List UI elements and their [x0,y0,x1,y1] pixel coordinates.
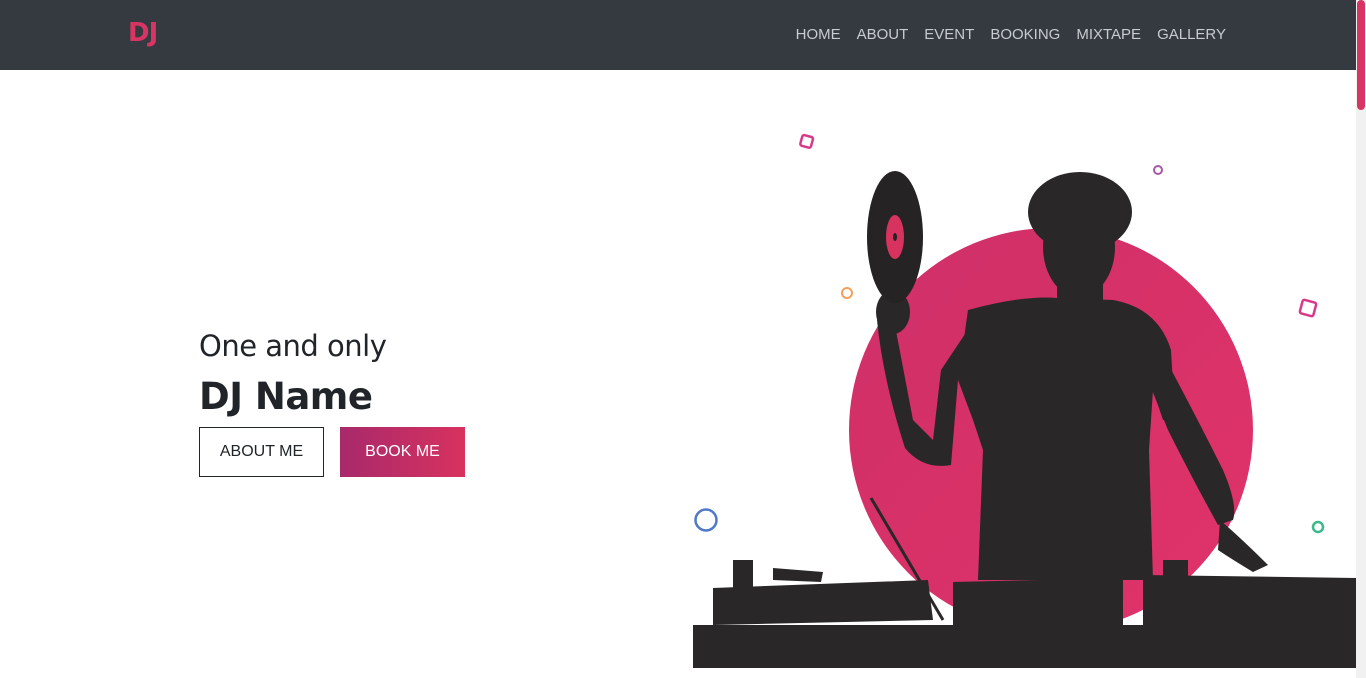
book-me-button[interactable]: BOOK ME [340,427,465,477]
page: DJ HOME ABOUT EVENT BOOKING MIXTAPE GALL… [0,0,1366,678]
hero-subtitle: One and only [199,329,387,363]
nav-event[interactable]: EVENT [924,25,974,45]
pink-square-decoration [799,133,815,149]
nav-about[interactable]: ABOUT [857,25,909,45]
page-scrollbar[interactable] [1356,0,1366,678]
nav-gallery[interactable]: GALLERY [1157,25,1226,45]
blue-circle-decoration [694,508,718,532]
top-navbar: DJ HOME ABOUT EVENT BOOKING MIXTAPE GALL… [0,0,1356,70]
scrollbar-thumb[interactable] [1357,0,1365,110]
nav-mixtape[interactable]: MIXTAPE [1076,25,1141,45]
main-nav: HOME ABOUT EVENT BOOKING MIXTAPE GALLERY [796,25,1226,45]
purple-circle-decoration [1153,165,1163,175]
dj-hero-image [693,133,1356,668]
pink-square-decoration-2 [1298,298,1318,318]
nav-booking[interactable]: BOOKING [990,25,1060,45]
orange-circle-decoration [841,287,853,299]
hero-title: DJ Name [199,375,373,418]
brand-logo[interactable]: DJ [128,16,158,50]
green-circle-decoration [1311,520,1325,534]
about-me-button[interactable]: ABOUT ME [199,427,324,477]
nav-home[interactable]: HOME [796,25,841,45]
